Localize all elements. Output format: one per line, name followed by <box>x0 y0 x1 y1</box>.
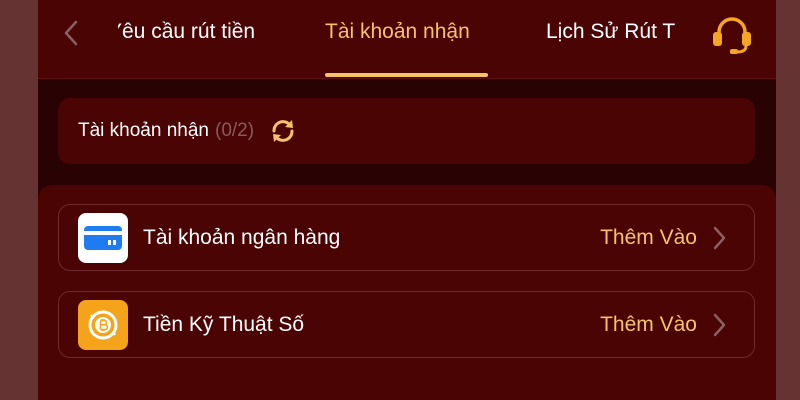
app-container: Yêu cầu rút tiền Tài khoản nhận Lịch Sử … <box>38 0 776 400</box>
add-crypto-action[interactable]: Thêm Vào <box>600 313 697 337</box>
back-button[interactable] <box>56 16 86 50</box>
support-button[interactable] <box>708 14 756 56</box>
receive-accounts-label: Tài khoản nhận <box>78 120 209 141</box>
bitcoin-icon <box>88 310 118 339</box>
refresh-button[interactable] <box>267 115 299 147</box>
chevron-right-icon <box>709 223 729 253</box>
bank-account-label: Tài khoản ngân hàng <box>143 225 341 249</box>
add-crypto-row[interactable]: Tiền Kỹ Thuật Số Thêm Vào <box>58 291 755 358</box>
receive-accounts-count: (0/2) <box>215 120 255 141</box>
bank-card-icon <box>84 225 122 250</box>
tab-header: Yêu cầu rút tiền Tài khoản nhận Lịch Sử … <box>38 0 776 79</box>
chevron-right-icon <box>709 310 729 340</box>
add-bank-account-action[interactable]: Thêm Vào <box>600 226 697 250</box>
tab-withdraw-history-label: Lịch Sử Rút T <box>546 20 676 43</box>
refresh-icon <box>272 120 294 142</box>
headset-icon <box>713 17 751 54</box>
tab-withdraw-request-label: Yêu cầu rút tiền <box>118 20 256 43</box>
receive-accounts-bar: Tài khoản nhận (0/2) <box>58 98 755 164</box>
tab-receive-account-label: Tài khoản nhận <box>325 20 470 43</box>
active-tab-indicator <box>325 73 488 77</box>
tab-withdraw-history[interactable]: Lịch Sử Rút T <box>546 19 688 45</box>
tab-withdraw-request[interactable]: Yêu cầu rút tiền <box>118 19 288 45</box>
tab-receive-account[interactable]: Tài khoản nhận <box>325 19 470 45</box>
add-bank-account-row[interactable]: Tài khoản ngân hàng Thêm Vào <box>58 204 755 271</box>
bank-icon-tile <box>78 212 128 263</box>
chevron-left-icon <box>64 20 78 46</box>
crypto-icon-tile <box>78 299 128 350</box>
crypto-label: Tiền Kỹ Thuật Số <box>143 312 305 336</box>
account-options-panel: Tài khoản ngân hàng Thêm Vào Tiền Kỹ Thu… <box>38 185 776 400</box>
